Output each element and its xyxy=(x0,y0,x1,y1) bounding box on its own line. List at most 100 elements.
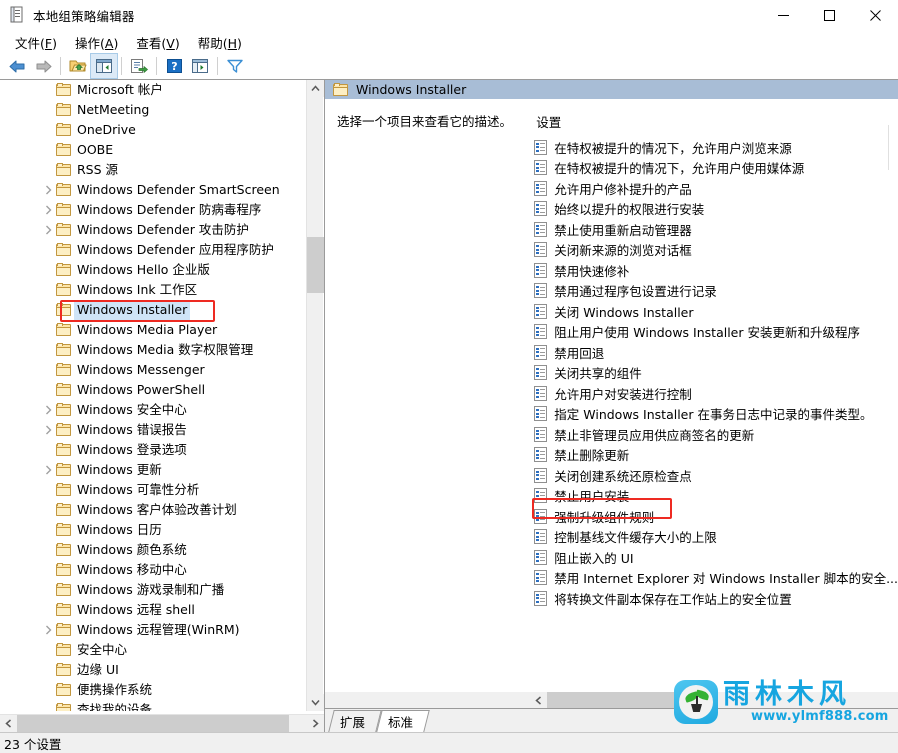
scroll-left-icon[interactable] xyxy=(0,715,17,732)
tree-item[interactable]: Windows 客户体验改善计划 xyxy=(0,500,305,520)
tab-standard[interactable]: 标准 xyxy=(376,710,430,732)
tree-item[interactable]: Windows 颜色系统 xyxy=(0,540,305,560)
chevron-right-icon[interactable] xyxy=(40,200,56,220)
tree-item[interactable]: 安全中心 xyxy=(0,640,305,660)
tree-item[interactable]: Microsoft 帐户 xyxy=(0,80,305,100)
setting-item[interactable]: 关闭 Windows Installer xyxy=(524,301,898,322)
menu-view[interactable]: 查看(V) xyxy=(127,31,188,54)
tree-item[interactable]: Windows 移动中心 xyxy=(0,560,305,580)
setting-item[interactable]: 关闭共享的组件 xyxy=(524,363,898,384)
setting-item[interactable]: 在特权被提升的情况下，允许用户浏览来源 xyxy=(524,137,898,158)
chevron-right-icon[interactable] xyxy=(40,460,56,480)
tree-item[interactable]: Windows 游戏录制和广播 xyxy=(0,580,305,600)
tree-item[interactable]: 边缘 UI xyxy=(0,660,305,680)
tree-item[interactable]: Windows 远程 shell xyxy=(0,600,305,620)
setting-item[interactable]: 始终以提升的权限进行安装 xyxy=(524,199,898,220)
tree-item[interactable]: Windows Messenger xyxy=(0,360,305,380)
folder-icon xyxy=(56,703,72,711)
scroll-right-icon[interactable] xyxy=(307,715,324,732)
tree-item[interactable]: RSS 源 xyxy=(0,160,305,180)
setting-item[interactable]: 禁止使用重新启动管理器 xyxy=(524,219,898,240)
export-list-icon[interactable] xyxy=(126,54,152,78)
tree-item[interactable]: Windows Media 数字权限管理 xyxy=(0,340,305,360)
tree-item[interactable]: Windows Defender 攻击防护 xyxy=(0,220,305,240)
tree-item[interactable]: Windows 错误报告 xyxy=(0,420,305,440)
minimize-button[interactable] xyxy=(760,0,806,30)
show-hide-tree-icon[interactable] xyxy=(90,53,118,79)
filter-icon[interactable] xyxy=(222,54,248,78)
tree-item[interactable]: OOBE xyxy=(0,140,305,160)
scroll-up-icon[interactable] xyxy=(307,80,324,97)
tree-item[interactable]: Windows 登录选项 xyxy=(0,440,305,460)
tree-list[interactable]: Microsoft 帐户 NetMeeting OneDrive OOBE RSS 源 W… xyxy=(0,80,305,711)
setting-item[interactable]: 禁用快速修补 xyxy=(524,260,898,281)
tree-item[interactable]: 查找我的设备 xyxy=(0,700,305,711)
chevron-right-icon[interactable] xyxy=(40,400,56,420)
details-panel-header: Windows Installer xyxy=(325,80,898,100)
tree-item[interactable]: Windows Defender 防病毒程序 xyxy=(0,200,305,220)
tree-item[interactable]: Windows Media Player xyxy=(0,320,305,340)
setting-item[interactable]: 禁止删除更新 xyxy=(524,445,898,466)
settings-list[interactable]: 在特权被提升的情况下，允许用户浏览来源 在特权被提升的情况下，允许用户使用媒体源允… xyxy=(524,137,898,609)
setting-item[interactable]: 强制升级组件规则 xyxy=(524,506,898,527)
tree-horizontal-scrollbar[interactable] xyxy=(0,714,324,732)
help-icon[interactable]: ? xyxy=(161,54,187,78)
menu-help[interactable]: 帮助(H) xyxy=(189,31,251,54)
settings-hscroll-thumb[interactable] xyxy=(547,692,677,709)
back-arrow-icon[interactable] xyxy=(4,54,30,78)
tree-scroll-thumb[interactable] xyxy=(307,237,324,293)
setting-item[interactable]: 阻止用户使用 Windows Installer 安装更新和升级程序 xyxy=(524,322,898,343)
setting-item-label: 禁用 Internet Explorer 对 Windows Installer… xyxy=(554,571,898,587)
properties-icon[interactable] xyxy=(187,54,213,78)
scroll-down-icon[interactable] xyxy=(307,694,324,711)
setting-item[interactable]: 禁用 Internet Explorer 对 Windows Installer… xyxy=(524,568,898,589)
chevron-right-icon[interactable] xyxy=(40,420,56,440)
setting-item[interactable]: 允许用户修补提升的产品 xyxy=(524,178,898,199)
setting-item[interactable]: 禁用回退 xyxy=(524,342,898,363)
tree-item[interactable]: Windows 可靠性分析 xyxy=(0,480,305,500)
tree-item[interactable]: Windows Ink 工作区 xyxy=(0,280,305,300)
forward-arrow-icon[interactable] xyxy=(30,54,56,78)
chevron-right-icon[interactable] xyxy=(40,220,56,240)
setting-item[interactable]: 允许用户对安装进行控制 xyxy=(524,383,898,404)
setting-item[interactable]: 指定 Windows Installer 在事务日志中记录的事件类型。 xyxy=(524,404,898,425)
tree-item[interactable]: Windows Defender SmartScreen xyxy=(0,180,305,200)
setting-item[interactable]: 阻止嵌入的 UI xyxy=(524,547,898,568)
chevron-right-icon[interactable] xyxy=(40,620,56,640)
tree-item[interactable]: Windows PowerShell xyxy=(0,380,305,400)
menu-file[interactable]: 文件(F) xyxy=(6,31,66,54)
tab-extended[interactable]: 扩展 xyxy=(328,710,382,732)
tree-item[interactable]: Windows 日历 xyxy=(0,520,305,540)
setting-item-label: 关闭新来源的浏览对话框 xyxy=(554,243,692,259)
setting-item[interactable]: 禁止非管理员应用供应商签名的更新 xyxy=(524,424,898,445)
tree-item[interactable]: Windows Defender 应用程序防护 xyxy=(0,240,305,260)
tree-item[interactable]: Windows 远程管理(WinRM) xyxy=(0,620,305,640)
setting-item[interactable]: 控制基线文件缓存大小的上限 xyxy=(524,527,898,548)
tree-item[interactable]: Windows 更新 xyxy=(0,460,305,480)
up-folder-icon[interactable] xyxy=(65,54,91,78)
tree-item[interactable]: Windows Installer xyxy=(0,300,305,320)
settings-scroll-left-icon[interactable] xyxy=(530,692,547,709)
close-button[interactable] xyxy=(852,0,898,30)
tree-item[interactable]: Windows 安全中心 xyxy=(0,400,305,420)
maximize-button[interactable] xyxy=(806,0,852,30)
tree-vertical-scrollbar[interactable] xyxy=(306,80,324,711)
tree-item[interactable]: NetMeeting xyxy=(0,100,305,120)
setting-item[interactable]: 关闭新来源的浏览对话框 xyxy=(524,240,898,261)
tree-item[interactable]: Windows Hello 企业版 xyxy=(0,260,305,280)
tree-item[interactable]: 便携操作系统 xyxy=(0,680,305,700)
chevron-right-icon[interactable] xyxy=(40,180,56,200)
setting-item[interactable]: 禁止用户安装 xyxy=(524,486,898,507)
settings-horizontal-scrollbar[interactable] xyxy=(530,692,889,709)
setting-item[interactable]: 将转换文件副本保存在工作站上的安全位置 xyxy=(524,588,898,609)
policy-setting-icon xyxy=(534,262,548,278)
setting-item[interactable]: 禁用通过程序包设置进行记录 xyxy=(524,281,898,302)
setting-item[interactable]: 关闭创建系统还原检查点 xyxy=(524,465,898,486)
menu-action[interactable]: 操作(A) xyxy=(66,31,127,54)
tree-item[interactable]: OneDrive xyxy=(0,120,305,140)
setting-item[interactable]: 在特权被提升的情况下，允许用户使用媒体源 xyxy=(524,158,898,179)
settings-pane: 设置 在特权被提升的情况下，允许用户浏览来源 在特权被提升的情况下，允许用户使用媒… xyxy=(523,100,898,692)
tree-hscroll-thumb[interactable] xyxy=(17,715,289,732)
